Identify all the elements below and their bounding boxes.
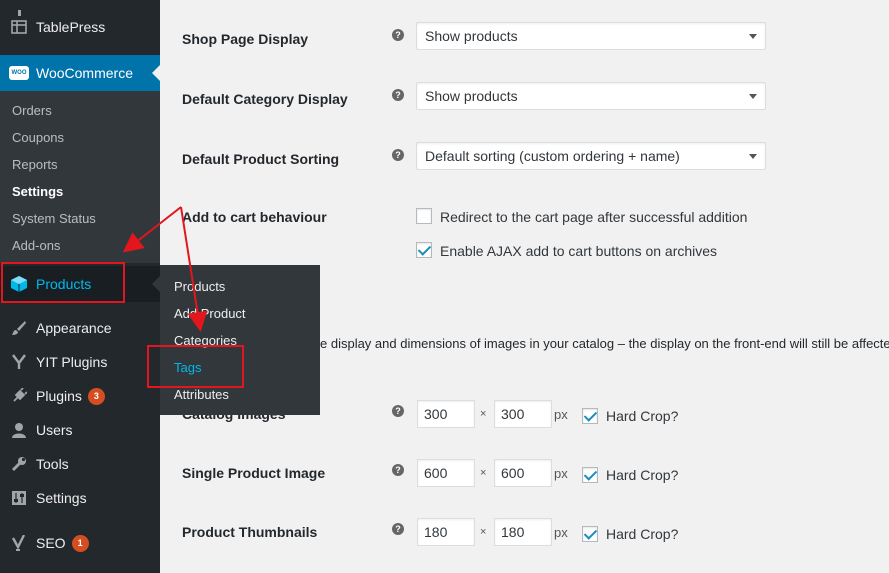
wrench-icon xyxy=(9,454,29,474)
px-unit: px xyxy=(554,407,568,422)
redirect-to-cart-checkbox[interactable] xyxy=(416,208,432,224)
annotation-box-products xyxy=(1,262,125,303)
help-icon[interactable]: ? xyxy=(392,405,404,417)
catalog-height-input[interactable]: 300 xyxy=(494,400,552,428)
menu-item-tools[interactable]: Tools xyxy=(0,447,160,481)
shop-page-display-label: Shop Page Display xyxy=(182,31,309,47)
single-hard-crop-checkbox[interactable] xyxy=(582,467,598,483)
submenu-orders[interactable]: Orders xyxy=(12,103,52,118)
submenu-settings[interactable]: Settings xyxy=(12,184,63,199)
menu-item-settings[interactable]: Settings xyxy=(0,481,160,515)
px-unit: px xyxy=(554,466,568,481)
submenu-reports[interactable]: Reports xyxy=(12,157,58,172)
catalog-hard-crop-checkbox[interactable] xyxy=(582,408,598,424)
notification-badge: 1 xyxy=(71,534,89,552)
update-count-badge: 3 xyxy=(87,387,105,405)
dropdown-arrow-icon xyxy=(749,94,757,99)
single-product-image-label: Single Product Image xyxy=(182,465,326,481)
help-icon[interactable]: ? xyxy=(392,464,404,476)
products-flyout-menu: Products Add Product Categories Tags Att… xyxy=(160,265,320,415)
hard-crop-label: Hard Crop? xyxy=(606,408,679,424)
menu-label: Users xyxy=(36,422,73,438)
menu-label: WooCommerce xyxy=(36,65,133,81)
dropdown-arrow-icon xyxy=(749,34,757,39)
add-to-cart-label: Add to cart behaviour xyxy=(182,209,327,225)
thumbnail-width-input[interactable]: 180 xyxy=(417,518,475,546)
single-height-input[interactable]: 600 xyxy=(494,459,552,487)
menu-label: Appearance xyxy=(36,320,112,336)
thumbnail-hard-crop-checkbox[interactable] xyxy=(582,526,598,542)
select-value: Show products xyxy=(425,28,518,44)
shop-page-display-select[interactable]: Show products xyxy=(416,22,766,50)
flyout-indicator xyxy=(152,276,160,292)
default-product-sorting-label: Default Product Sorting xyxy=(182,151,340,167)
ajax-add-to-cart-label: Enable AJAX add to cart buttons on archi… xyxy=(440,243,718,259)
menu-label: TablePress xyxy=(36,19,106,35)
redirect-to-cart-label: Redirect to the cart page after successf… xyxy=(440,209,748,225)
annotation-box-tags xyxy=(147,345,244,388)
px-unit: px xyxy=(554,525,568,540)
help-icon[interactable]: ? xyxy=(392,89,404,101)
ajax-add-to-cart-checkbox[interactable] xyxy=(416,242,432,258)
submenu-system-status[interactable]: System Status xyxy=(12,211,96,226)
menu-item-tablepress[interactable]: TablePress xyxy=(0,10,160,44)
plug-icon xyxy=(9,386,29,406)
menu-item-seo[interactable]: SEO 1 xyxy=(0,526,160,560)
flyout-item-products[interactable]: Products xyxy=(174,279,225,294)
menu-label: Tools xyxy=(36,456,69,472)
help-icon[interactable]: ? xyxy=(392,523,404,535)
user-icon xyxy=(9,420,29,440)
menu-item-users[interactable]: Users xyxy=(0,413,160,447)
times-separator: × xyxy=(480,408,487,420)
hard-crop-label: Hard Crop? xyxy=(606,526,679,542)
default-category-display-select[interactable]: Show products xyxy=(416,82,766,110)
menu-item-plugins[interactable]: Plugins 3 xyxy=(0,379,160,413)
woocommerce-submenu: Orders Coupons Reports Settings System S… xyxy=(0,91,160,263)
hard-crop-label: Hard Crop? xyxy=(606,467,679,483)
help-icon[interactable]: ? xyxy=(392,29,404,41)
catalog-width-input[interactable]: 300 xyxy=(417,400,475,428)
menu-item-appearance[interactable]: Appearance xyxy=(0,311,160,345)
times-separator: × xyxy=(480,526,487,538)
menu-item-yit-plugins[interactable]: YIT Plugins xyxy=(0,345,160,379)
yoast-icon xyxy=(9,533,29,553)
dropdown-arrow-icon xyxy=(749,154,757,159)
single-width-input[interactable]: 600 xyxy=(417,459,475,487)
thumbnail-height-input[interactable]: 180 xyxy=(494,518,552,546)
submenu-add-ons[interactable]: Add-ons xyxy=(12,238,60,253)
current-indicator xyxy=(152,65,160,81)
yit-icon xyxy=(9,352,29,372)
paintbrush-icon xyxy=(9,318,29,338)
default-category-display-label: Default Category Display xyxy=(182,91,348,107)
menu-item-partial-bottom[interactable] xyxy=(0,560,160,573)
settings-sliders-icon xyxy=(9,488,29,508)
product-thumbnails-label: Product Thumbnails xyxy=(182,524,318,540)
help-icon[interactable]: ? xyxy=(392,149,404,161)
default-product-sorting-select[interactable]: Default sorting (custom ordering + name) xyxy=(416,142,766,170)
menu-label: YIT Plugins xyxy=(36,354,108,370)
select-value: Default sorting (custom ordering + name) xyxy=(425,148,680,164)
select-value: Show products xyxy=(425,88,518,104)
menu-icon xyxy=(9,567,29,573)
menu-label: SEO xyxy=(36,535,66,551)
menu-item-woocommerce[interactable]: WOO WooCommerce xyxy=(0,55,160,91)
woocommerce-icon: WOO xyxy=(9,63,29,83)
flyout-item-add-product[interactable]: Add Product xyxy=(174,306,246,321)
product-images-description: e display and dimensions of images in yo… xyxy=(320,336,889,351)
table-icon xyxy=(9,17,29,37)
submenu-coupons[interactable]: Coupons xyxy=(12,130,64,145)
menu-label: Plugins xyxy=(36,388,82,404)
flyout-item-attributes[interactable]: Attributes xyxy=(174,387,229,402)
times-separator: × xyxy=(480,467,487,479)
menu-label: Settings xyxy=(36,490,87,506)
